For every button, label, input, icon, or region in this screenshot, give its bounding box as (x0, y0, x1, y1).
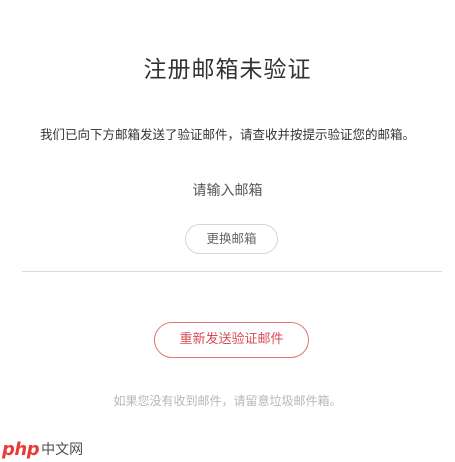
description-text: 我们已向下方邮箱发送了验证邮件，请查收并按提示验证您的邮箱。 (39, 127, 415, 142)
watermark-logo: php (2, 438, 40, 460)
divider (22, 271, 442, 272)
page-title: 注册邮箱未验证 (143, 57, 312, 83)
change-email-button[interactable]: 更换邮箱 (185, 224, 278, 254)
email-display: 请输入邮箱 (192, 183, 263, 199)
resend-verification-button[interactable]: 重新发送验证邮件 (154, 322, 309, 358)
spam-hint-text: 如果您没有收到邮件，请留意垃圾邮件箱。 (113, 394, 342, 408)
watermark-site-name: 中文网 (41, 442, 84, 458)
watermark: php 中文网 (2, 437, 83, 461)
verification-card: 注册邮箱未验证 我们已向下方邮箱发送了验证邮件，请查收并按提示验证您的邮箱。 请… (0, 0, 455, 462)
